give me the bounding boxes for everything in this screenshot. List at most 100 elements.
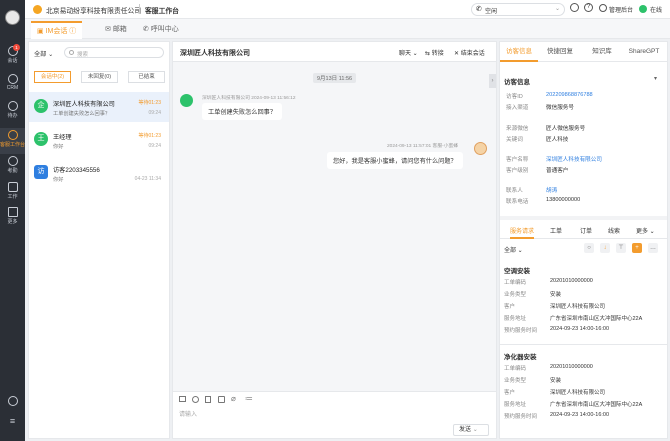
filter-active[interactable]: 会话中(2) [34, 71, 71, 83]
tab-call-center[interactable]: ✆ 呼叫中心 [137, 21, 185, 39]
wechat-avatar: 王 [34, 132, 48, 146]
wechat-avatar: 企 [34, 99, 48, 113]
caret-down-icon[interactable]: ▾ [654, 75, 657, 82]
chevron-down-icon: ⌄ [48, 51, 54, 58]
field-value: 匠人科技 [546, 137, 569, 143]
search-icon[interactable]: ○ [584, 243, 594, 253]
phone-icon: ✆ [143, 26, 151, 33]
field-label: 关键词 [506, 137, 523, 143]
incoming-message: 工单创建失败怎么回事？ [202, 103, 283, 120]
end-chat-button[interactable]: ✕ 结束会话 [454, 48, 485, 57]
admin-icon [599, 4, 607, 12]
collapse-nav[interactable]: ≡ [0, 416, 25, 426]
mail-icon: ✉ [105, 26, 113, 33]
scope-select[interactable]: 全部 ⌄ [34, 49, 53, 58]
company-name: 北京易动纷享科技有限责任公司 [46, 8, 142, 15]
nav-item-work[interactable]: 工作 [0, 182, 25, 200]
filter-icon[interactable]: ⊤ [616, 243, 626, 253]
phone-status-select[interactable]: ✆ 空闲 ⌄ [471, 3, 565, 16]
visitor-id[interactable]: 202209868876788 [546, 92, 593, 98]
add-icon[interactable]: + [632, 243, 642, 253]
scope-select[interactable]: 全部 ⌄ [504, 245, 523, 254]
conversation-item[interactable]: 企 深圳匠人科技有限公司 工单创建失败怎么回事？ 等待01:23 09:24 [29, 92, 169, 122]
chat-mode-select[interactable]: 聊天 ⌄ [399, 48, 418, 57]
message-meta: 深圳匠人科技有限公司 2024-09-13 11:56:12 [202, 96, 296, 101]
tab-email[interactable]: ✉ 邮箱 [99, 21, 133, 39]
nav-item-chat[interactable]: 1 会话 [0, 44, 25, 64]
document-icon[interactable] [205, 396, 211, 403]
screenshot-icon[interactable] [218, 396, 225, 403]
sort-icon[interactable]: ↓ [600, 243, 610, 253]
message-meta: 2024-09-13 11:57:01 客服-小蜜蜂 [387, 144, 459, 149]
info-icon: ⓘ [67, 28, 77, 35]
send-button[interactable]: 发送 ⌄ [453, 424, 489, 436]
online-dot-icon [639, 5, 647, 13]
online-status[interactable]: 在线 [650, 5, 662, 14]
search-icon[interactable] [570, 3, 579, 12]
subtab-service-request[interactable]: 服务请求 [510, 226, 535, 239]
customer-name-link[interactable]: 深圳匠人科技有限公司 [546, 155, 602, 163]
chat-icon: ▣ [37, 28, 46, 35]
help-icon[interactable]: ? [584, 3, 593, 12]
field-value: 13800000000 [546, 197, 581, 203]
tab-visitor-info[interactable]: 访客信息 [500, 42, 538, 62]
attendance-icon [7, 156, 18, 166]
nav-item-attendance[interactable]: 考勤 [0, 156, 25, 174]
tab-knowledge-base[interactable]: 知识库 [584, 42, 620, 62]
filter-ended[interactable]: 已结束 [128, 71, 165, 83]
conversation-item[interactable]: 访 访客2203345556 你好 04-23 11:34 [29, 158, 169, 188]
card-title: 空调安装 [504, 268, 530, 275]
agent-avatar [474, 142, 487, 155]
field-label: 客户名称 [506, 157, 529, 163]
nav-item-todo[interactable]: 待办 [0, 101, 25, 119]
nav-item-crm[interactable]: CRM [0, 74, 25, 91]
menu-icon: ≡ [9, 416, 16, 426]
subtab-more[interactable]: 更多 ⌄ [636, 226, 655, 235]
company-logo-icon [33, 5, 42, 14]
attachment-icon[interactable]: ⌀ [231, 394, 236, 403]
admin-link[interactable]: 管理后台 [609, 5, 633, 14]
conversation-item[interactable]: 王 王经理 你好 等待01:23 09:24 [29, 125, 169, 155]
todo-icon [7, 101, 18, 111]
filter-unreplied[interactable]: 未回复(0) [81, 71, 118, 83]
subtab-lead[interactable]: 线索 [608, 226, 620, 235]
message-composer: ⌀ ≔ 请输入 发送 ⌄ [173, 391, 496, 438]
channel-tabs: ▣ IM会话 ⓘ ✉ 邮箱 ✆ 呼叫中心 [25, 19, 670, 39]
date-divider: 9月13日 11:56 [313, 73, 357, 83]
subtab-order[interactable]: 订单 [580, 226, 592, 235]
image-icon[interactable] [179, 396, 186, 402]
service-card[interactable]: 净化器安装 工单编码 20201010000000 业务类型 安装 客户 深圳匠人科技… [500, 347, 667, 431]
tab-quick-reply[interactable]: 快捷回复 [540, 42, 580, 62]
field-label: 联系电话 [506, 199, 529, 205]
service-card[interactable]: 空调安装 工单编码 20201010000000 业务类型 安装 客户 深圳匠人科技有… [500, 261, 667, 345]
quick-reply-icon[interactable]: ≔ [245, 394, 253, 403]
field-label: 访客ID [506, 94, 523, 100]
tab-sharegpt[interactable]: ShareGPT [622, 42, 666, 62]
headset-icon [7, 130, 18, 140]
chat-pane: 深圳匠人科技有限公司 聊天 ⌄ ⇆ 转接 ✕ 结束会话 9月13日 11:56 … [172, 41, 497, 439]
settings-nav[interactable] [0, 396, 25, 407]
transfer-button[interactable]: ⇆ 转接 [425, 48, 444, 57]
nav-item-service-desk[interactable]: 客服工作台 [0, 128, 25, 154]
outgoing-message: 您好，我是客服小蜜蜂，请问您有什么问题？ [327, 152, 463, 169]
message-input[interactable]: 请输入 [179, 409, 197, 418]
close-icon: ✕ [454, 51, 461, 57]
field-label: 客户级别 [506, 168, 529, 174]
emoji-icon[interactable] [192, 396, 199, 403]
subtab-work-order[interactable]: 工单 [550, 226, 562, 235]
user-avatar[interactable] [5, 10, 20, 25]
top-bar: 北京易动纷享科技有限责任公司 客服工作台 ✆ 空闲 ⌄ ? 管理后台 在线 [25, 0, 670, 19]
contact-link[interactable]: 胡涛 [546, 186, 557, 194]
more-icon[interactable]: … [648, 243, 658, 253]
collapse-panel-handle[interactable]: › [489, 74, 496, 88]
tab-im[interactable]: ▣ IM会话 ⓘ [31, 21, 83, 39]
search-input[interactable]: 搜索 [64, 47, 164, 58]
field-value: 微信服务号 [546, 105, 574, 111]
conversation-list: 全部 ⌄ 搜索 会话中(2) 未回复(0) 已结束 企 深圳匠人科技有限公司 工… [28, 41, 170, 439]
nav-item-more[interactable]: 更多 [0, 207, 25, 225]
field-label: 来源微信 [506, 126, 529, 132]
section-title: 访客信息 [504, 79, 530, 86]
phone-icon: ✆ [476, 6, 482, 13]
info-panel: 访客信息 快捷回复 知识库 ShareGPT 访客信息 ▾ 访客ID 20220… [499, 41, 668, 439]
transfer-icon: ⇆ [425, 51, 432, 57]
